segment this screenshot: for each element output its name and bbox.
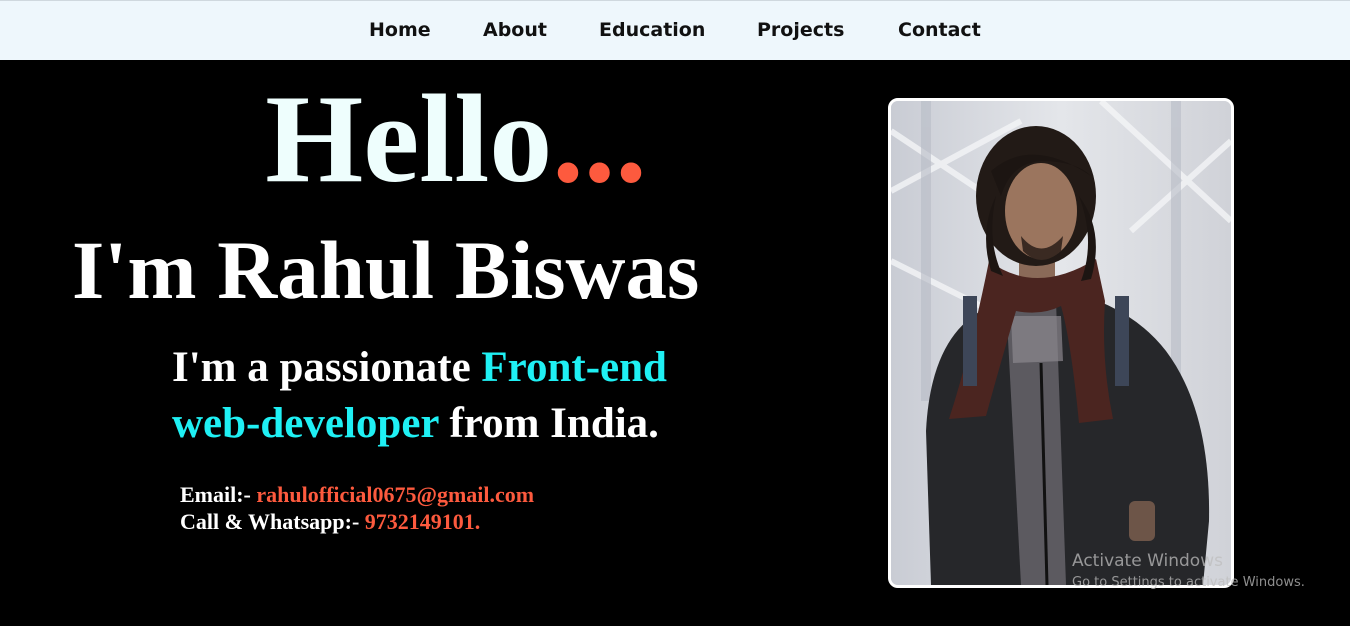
tagline: I'm a passionate Front-end web-developer… [172, 340, 752, 452]
email-line: Email:- rahulofficial0675@gmail.com [180, 481, 534, 508]
nav-link-home[interactable]: Home [369, 18, 431, 42]
profile-photo [888, 98, 1234, 588]
email-link[interactable]: rahulofficial0675@gmail.com [256, 482, 534, 507]
nav-link-about[interactable]: About [483, 18, 547, 42]
profile-photo-image [891, 101, 1231, 585]
nav-link-projects[interactable]: Projects [757, 18, 844, 42]
nav-link-contact[interactable]: Contact [898, 18, 981, 42]
email-label: Email:- [180, 482, 257, 507]
nav-link-education[interactable]: Education [599, 18, 705, 42]
name-heading: I'm Rahul Biswas [72, 224, 700, 316]
hello-word: Hello [265, 70, 553, 209]
activate-windows-watermark: Activate Windows Go to Settings to activ… [1072, 549, 1305, 593]
tagline-prefix: I'm a passionate [172, 344, 482, 391]
hello-dots: ... [552, 70, 647, 209]
tagline-suffix: from India. [438, 400, 659, 447]
phone-label: Call & Whatsapp:- [180, 509, 365, 534]
navbar: Home About Education Projects Contact [0, 0, 1350, 60]
phone-line: Call & Whatsapp:- 9732149101. [180, 508, 534, 535]
contact-info: Email:- rahulofficial0675@gmail.com Call… [180, 481, 534, 535]
phone-number: 9732149101. [364, 509, 481, 534]
watermark-title: Activate Windows [1072, 551, 1223, 571]
hello-heading: Hello... [0, 70, 912, 210]
watermark-subtitle: Go to Settings to activate Windows. [1072, 575, 1305, 590]
